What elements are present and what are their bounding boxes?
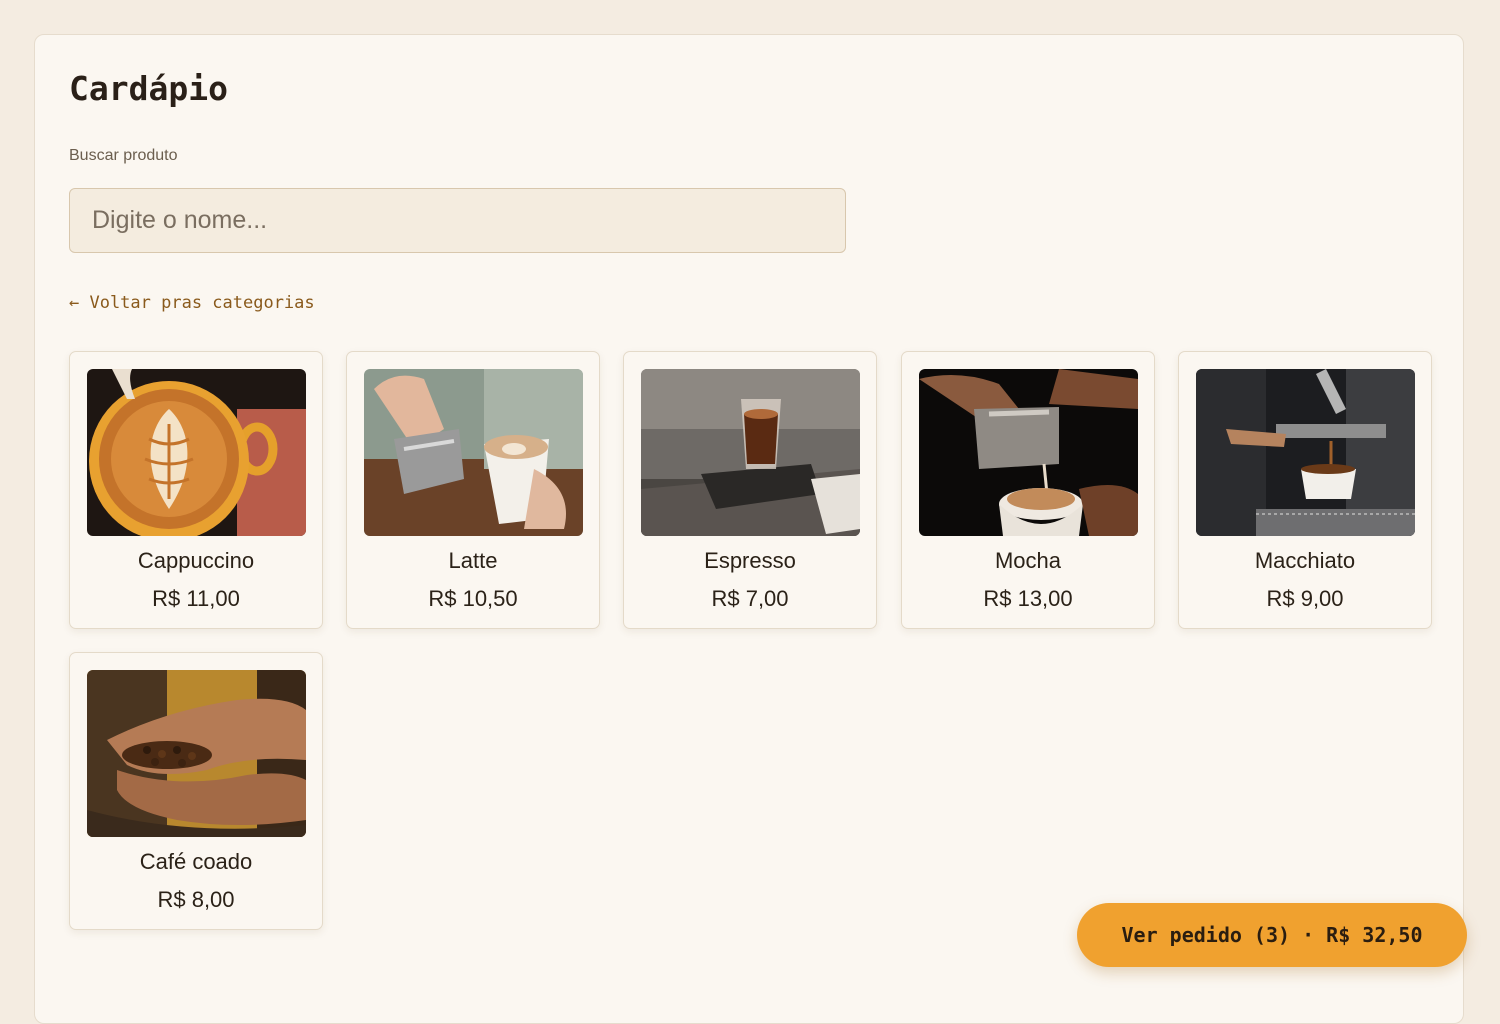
view-order-button[interactable]: Ver pedido (3) · R$ 32,50: [1077, 903, 1467, 967]
product-card-espresso[interactable]: Espresso R$ 7,00: [623, 351, 877, 629]
product-price: R$ 13,00: [983, 586, 1073, 611]
product-name: Macchiato: [1254, 548, 1356, 573]
product-name: Espresso: [704, 548, 796, 573]
macchiato-photo: [1196, 369, 1415, 536]
search-input[interactable]: [69, 188, 846, 253]
product-price: R$ 8,00: [157, 887, 235, 912]
cafe-coado-photo: [87, 670, 306, 837]
product-card-cafe-coado[interactable]: Café coado R$ 8,00: [69, 652, 323, 930]
product-price: R$ 10,50: [428, 586, 518, 611]
product-price: R$ 7,00: [711, 586, 789, 611]
product-price: R$ 9,00: [1266, 586, 1344, 611]
product-name: Mocha: [994, 548, 1062, 573]
menu-panel: Cardápio Buscar produto ← Voltar pras ca…: [34, 34, 1464, 1024]
espresso-photo: [641, 369, 860, 536]
search-label: Buscar produto: [69, 147, 178, 164]
product-card-mocha[interactable]: Mocha R$ 13,00: [901, 351, 1155, 629]
mocha-photo: [919, 369, 1138, 536]
product-card-cappuccino[interactable]: Cappuccino R$ 11,00: [69, 351, 323, 629]
product-name: Café coado: [139, 849, 253, 874]
product-price: R$ 11,00: [152, 586, 240, 611]
page-title: Cardápio: [69, 69, 228, 108]
back-to-categories-link[interactable]: ← Voltar pras categorias: [69, 293, 315, 313]
product-card-macchiato[interactable]: Macchiato R$ 9,00: [1178, 351, 1432, 629]
product-card-latte[interactable]: Latte R$ 10,50: [346, 351, 600, 629]
latte-photo: [364, 369, 583, 536]
product-name: Cappuccino: [137, 548, 255, 573]
product-name: Latte: [448, 548, 498, 573]
cappuccino-photo: [87, 369, 306, 536]
